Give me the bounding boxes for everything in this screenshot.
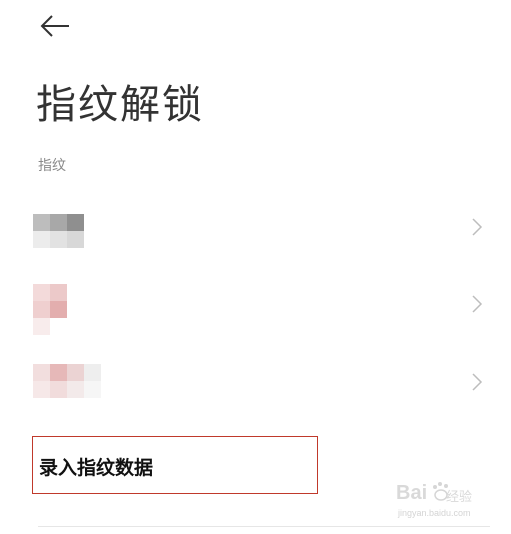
back-button[interactable] xyxy=(36,8,76,44)
divider xyxy=(38,526,490,527)
chevron-right-icon xyxy=(472,295,483,313)
enroll-fingerprint-button[interactable]: 录入指纹数据 xyxy=(32,436,318,494)
chevron-right-icon xyxy=(472,373,483,391)
baidu-jingyan-watermark: Bai 经验 jingyan.baidu.com xyxy=(396,478,504,526)
fingerprint-item[interactable] xyxy=(0,200,511,270)
fingerprint-section-label: 指纹 xyxy=(38,158,66,174)
arrow-left-icon xyxy=(40,15,69,37)
chevron-right-icon xyxy=(472,218,483,236)
fingerprint-unlock-screen: 指纹解锁 指纹 录入指纹数据 Bai 经验 jingyan.baidu.com xyxy=(0,0,511,534)
watermark-url: jingyan.baidu.com xyxy=(398,508,471,518)
watermark-suffix: 经验 xyxy=(446,490,473,505)
enroll-fingerprint-label: 录入指纹数据 xyxy=(39,457,154,479)
fingerprint-item[interactable] xyxy=(0,278,511,348)
watermark-brand: Bai xyxy=(396,482,428,504)
fingerprint-item[interactable] xyxy=(0,356,511,426)
page-title: 指纹解锁 xyxy=(36,82,204,128)
